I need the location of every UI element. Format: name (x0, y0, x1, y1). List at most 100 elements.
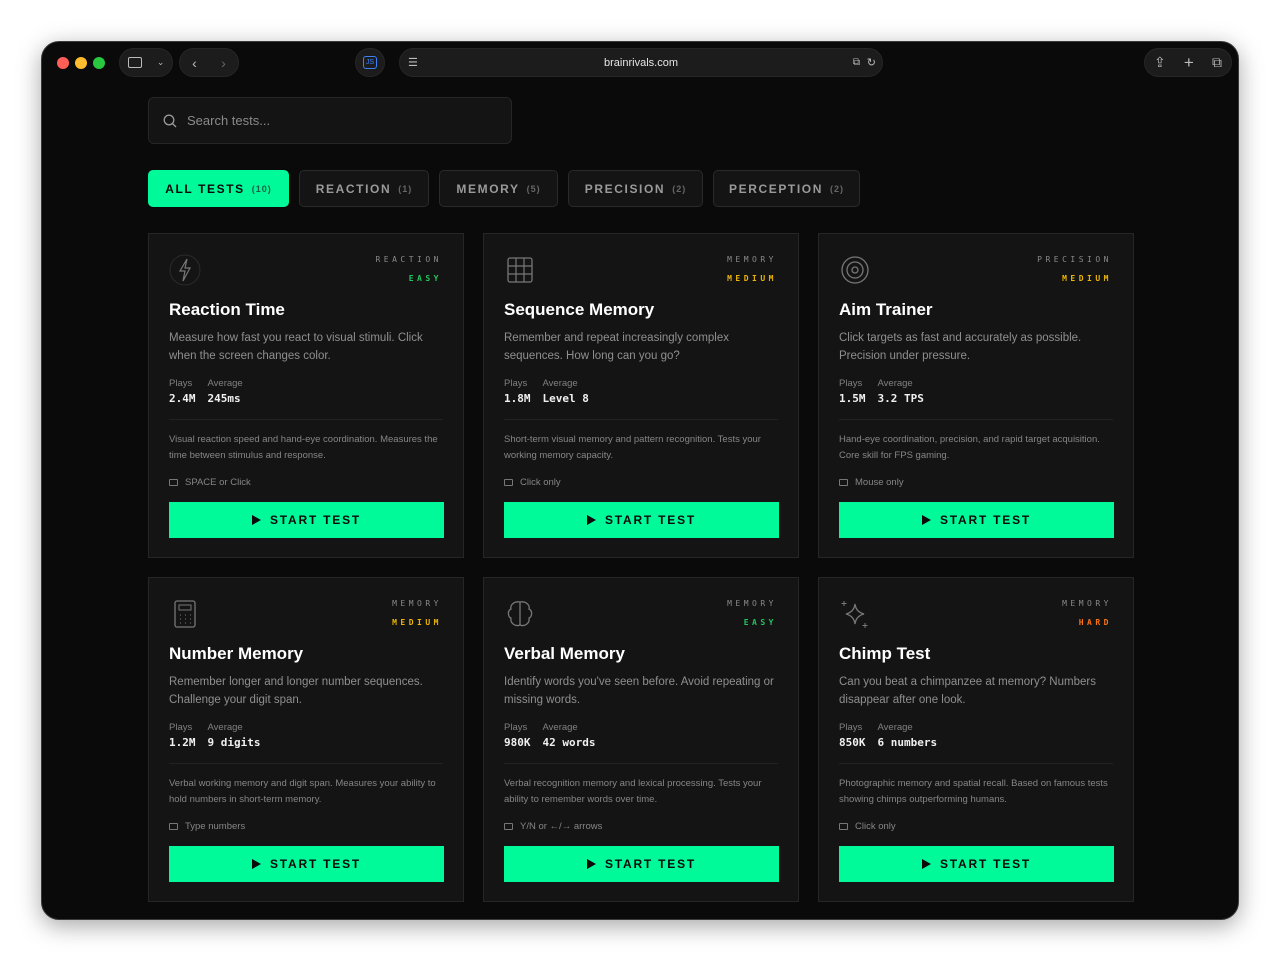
card-stats: Plays1.2M Average9 digits (169, 722, 260, 749)
play-icon (587, 515, 596, 525)
forward-button[interactable]: › (221, 55, 226, 71)
tab-label: ALL TESTS (165, 182, 245, 196)
category-label: MEMORY (727, 599, 777, 608)
grid-icon (504, 254, 536, 286)
card-description: Click targets as fast and accurately as … (839, 329, 1109, 365)
sparkle-icon (839, 598, 871, 630)
play-icon (922, 515, 931, 525)
reload-icon[interactable]: ↻ (867, 56, 876, 69)
play-icon (252, 859, 261, 869)
average-label: Average (543, 722, 596, 733)
tab-count: (5) (527, 184, 541, 194)
tab-count: (10) (252, 184, 272, 194)
start-test-button[interactable]: START TEST (169, 846, 444, 882)
start-test-button[interactable]: START TEST (504, 846, 779, 882)
back-button[interactable]: ‹ (192, 55, 197, 71)
card-details: Hand-eye coordination, precision, and ra… (839, 432, 1119, 464)
controls-text: Y/N or ←/→ arrows (520, 821, 602, 832)
card-stats: Plays1.5M Average3.2 TPS (839, 378, 924, 405)
new-tab-icon[interactable]: + (1184, 53, 1194, 73)
test-card-chimp-test: MEMORY HARD Chimp Test Can you beat a ch… (818, 577, 1134, 902)
card-title: Sequence Memory (504, 300, 654, 320)
play-icon (922, 859, 931, 869)
tab-all-tests[interactable]: ALL TESTS (10) (148, 170, 289, 207)
target-icon (839, 254, 871, 286)
average-label: Average (208, 378, 243, 389)
javascript-extension-button[interactable]: JS (355, 48, 385, 77)
minimize-window-button[interactable] (75, 57, 87, 69)
browser-window: ⌄ ‹ › JS ☰ brainrivals.com ⧉ ↻ ⇪ + ⧉ ALL… (41, 41, 1239, 920)
tab-memory[interactable]: MEMORY(5) (439, 170, 558, 207)
plays-label: Plays (504, 722, 531, 733)
tab-count: (1) (398, 184, 412, 194)
divider (504, 763, 778, 764)
card-title: Chimp Test (839, 644, 930, 664)
controls-info: Type numbers (169, 821, 245, 832)
tab-label: REACTION (316, 182, 391, 196)
start-test-button[interactable]: START TEST (839, 846, 1114, 882)
keyboard-icon (839, 823, 848, 830)
share-icon[interactable]: ⇪ (1154, 54, 1166, 71)
tab-reaction[interactable]: REACTION (1) (299, 170, 429, 207)
average-value: 3.2 TPS (878, 392, 924, 405)
search-icon (163, 114, 177, 128)
address-bar[interactable]: ☰ brainrivals.com ⧉ ↻ (399, 48, 883, 77)
js-icon: JS (363, 56, 377, 69)
card-details: Verbal recognition memory and lexical pr… (504, 776, 784, 808)
start-test-label: START TEST (940, 857, 1031, 871)
test-card-number-memory: MEMORY MEDIUM Number Memory Remember lon… (148, 577, 464, 902)
keyboard-icon (839, 479, 848, 486)
card-title: Reaction Time (169, 300, 285, 320)
average-value: 6 numbers (878, 736, 938, 749)
card-stats: Plays980K Average42 words (504, 722, 595, 749)
controls-info: SPACE or Click (169, 477, 251, 488)
plays-label: Plays (169, 378, 196, 389)
category-label: MEMORY (392, 599, 442, 608)
keyboard-icon (169, 823, 178, 830)
start-test-label: START TEST (270, 857, 361, 871)
close-window-button[interactable] (57, 57, 69, 69)
plays-value: 2.4M (169, 392, 196, 405)
difficulty-badge: HARD (1079, 618, 1112, 627)
translate-icon[interactable]: ⧉ (853, 57, 860, 68)
plays-label: Plays (169, 722, 196, 733)
controls-info: Y/N or ←/→ arrows (504, 821, 602, 832)
controls-text: Mouse only (855, 477, 904, 488)
start-test-button[interactable]: START TEST (169, 502, 444, 538)
sidebar-toggle-button[interactable]: ⌄ (119, 48, 173, 77)
tab-count: (2) (830, 184, 844, 194)
start-test-button[interactable]: START TEST (504, 502, 779, 538)
plays-value: 1.8M (504, 392, 531, 405)
maximize-window-button[interactable] (93, 57, 105, 69)
sidebar-icon (128, 57, 142, 68)
divider (169, 419, 443, 420)
tab-precision[interactable]: PRECISION(2) (568, 170, 703, 207)
test-card-sequence-memory: MEMORY MEDIUM Sequence Memory Remember a… (483, 233, 799, 558)
difficulty-badge: EASY (409, 274, 442, 283)
category-label: MEMORY (1062, 599, 1112, 608)
category-label: REACTION (375, 255, 442, 264)
brain-icon (504, 598, 536, 630)
card-description: Remember longer and longer number sequen… (169, 673, 439, 709)
card-title: Number Memory (169, 644, 303, 664)
difficulty-badge: MEDIUM (1062, 274, 1112, 283)
start-test-button[interactable]: START TEST (839, 502, 1114, 538)
test-card-aim-trainer: PRECISION MEDIUM Aim Trainer Click targe… (818, 233, 1134, 558)
search-input[interactable] (187, 113, 487, 128)
plays-value: 1.5M (839, 392, 866, 405)
tab-overview-icon[interactable]: ⧉ (1212, 54, 1222, 71)
card-description: Identify words you've seen before. Avoid… (504, 673, 774, 709)
browser-toolbar: ⌄ ‹ › JS ☰ brainrivals.com ⧉ ↻ ⇪ + ⧉ (42, 42, 1238, 84)
category-label: PRECISION (1037, 255, 1112, 264)
tab-perception[interactable]: PERCEPTION(2) (713, 170, 860, 207)
controls-info: Mouse only (839, 477, 904, 488)
card-details: Short-term visual memory and pattern rec… (504, 432, 784, 464)
category-label: MEMORY (727, 255, 777, 264)
keyboard-icon (504, 479, 513, 486)
average-label: Average (878, 378, 924, 389)
tab-label: PRECISION (585, 182, 665, 196)
card-description: Can you beat a chimpanzee at memory? Num… (839, 673, 1109, 709)
controls-text: Click only (855, 821, 896, 832)
controls-info: Click only (839, 821, 896, 832)
controls-text: Type numbers (185, 821, 245, 832)
